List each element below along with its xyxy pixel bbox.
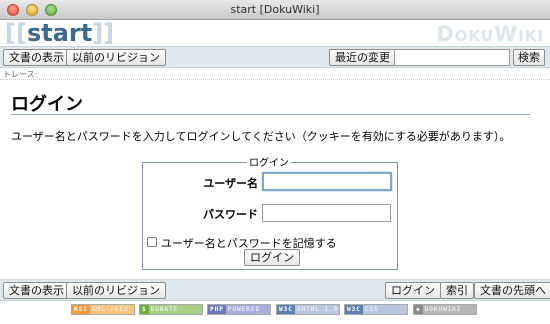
search-button[interactable]: 検索: [513, 49, 545, 66]
logo-open-bracket: [[: [5, 19, 27, 47]
page-logo: [[start]]: [5, 19, 114, 47]
php-powered-badge[interactable]: PHP POWERED: [207, 304, 271, 315]
dollar-icon: $: [140, 305, 149, 314]
password-label: パスワード: [203, 208, 258, 221]
login-submit-button[interactable]: ログイン: [244, 249, 300, 266]
show-page-button[interactable]: 文書の表示: [3, 49, 70, 66]
xhtml-valid-badge[interactable]: W3C XHTML 1.0: [276, 304, 340, 315]
username-field[interactable]: [262, 172, 392, 191]
breadcrumb-divider: [0, 79, 550, 80]
old-revisions-button[interactable]: 以前のリビジョン: [66, 49, 166, 66]
logo-close-bracket: ]]: [92, 19, 115, 47]
dokuwiki-badge[interactable]: ◆ DOKUWIKI: [413, 304, 477, 315]
rss-icon: RSS: [72, 305, 90, 314]
page-name-link[interactable]: start: [27, 19, 92, 47]
w3c-icon: W3C: [345, 305, 363, 314]
window-titlebar: start [DokuWiki]: [0, 0, 550, 20]
wiki-brand[interactable]: DokuWiki: [436, 22, 544, 46]
login-legend: ログイン: [247, 154, 291, 169]
username-label: ユーザー名: [203, 177, 258, 190]
password-field[interactable]: [262, 204, 391, 222]
rss-feed-badge[interactable]: RSS XML FEED: [71, 304, 135, 315]
php-icon: PHP: [208, 305, 226, 314]
search-input[interactable]: [394, 49, 510, 66]
dokuwiki-icon: ◆: [414, 305, 423, 314]
w3c-icon: W3C: [277, 305, 295, 314]
recent-changes-button[interactable]: 最近の変更: [329, 49, 396, 66]
donate-badge[interactable]: $ DONATE: [139, 304, 203, 315]
login-button-bottom[interactable]: ログイン: [385, 282, 441, 299]
index-button[interactable]: 索引: [440, 282, 474, 299]
login-instructions: ユーザー名とパスワードを入力してログインしてください（クッキーを有効にする必要が…: [11, 130, 511, 143]
back-to-top-button[interactable]: 文書の先頭へ: [474, 282, 550, 299]
bottom-toolbar: 文書の表示 以前のリビジョン ログイン 索引 文書の先頭へ: [0, 279, 550, 301]
css-valid-badge[interactable]: W3C CSS: [344, 304, 408, 315]
top-toolbar: 文書の表示 以前のリビジョン 最近の変更 検索: [0, 46, 550, 68]
page-title: ログイン: [11, 94, 83, 115]
window-title: start [DokuWiki]: [230, 3, 320, 16]
old-revisions-button-bottom[interactable]: 以前のリビジョン: [66, 282, 166, 299]
remember-checkbox[interactable]: [147, 237, 157, 247]
show-page-button-bottom[interactable]: 文書の表示: [3, 282, 70, 299]
title-underline: [11, 114, 530, 115]
